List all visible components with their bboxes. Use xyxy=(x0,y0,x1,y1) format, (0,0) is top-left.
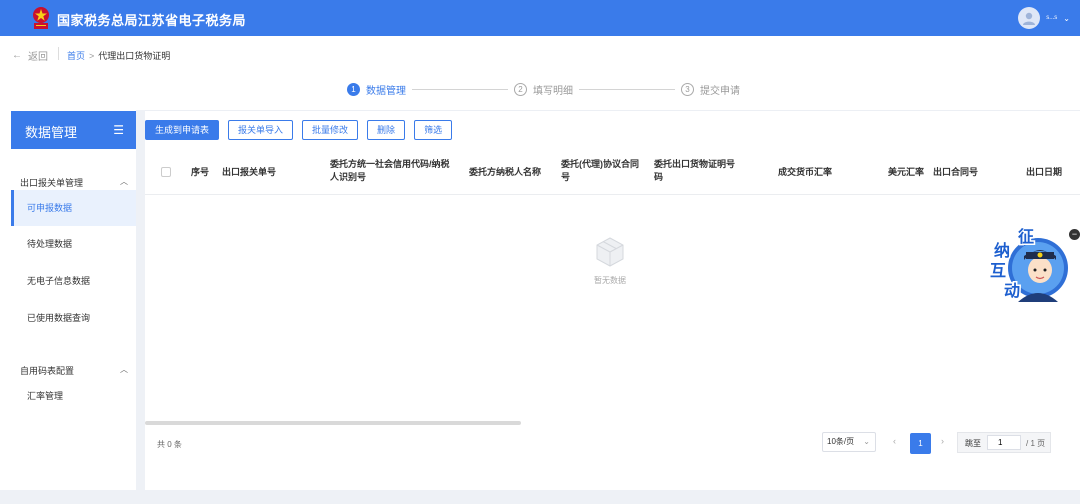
user-avatar-icon xyxy=(1018,7,1041,29)
float-widget-text: 征 纳 互 动 xyxy=(989,226,1036,302)
column-header-certificate-no: 委托出口货物证明号码 xyxy=(654,159,736,182)
total-pages: / 1 页 xyxy=(1026,439,1046,448)
step-connector xyxy=(412,89,508,90)
jump-label: 跳至 xyxy=(965,439,981,448)
generate-application-button[interactable]: 生成到申请表 xyxy=(145,120,220,140)
divider xyxy=(58,47,59,60)
column-header-export-contract: 出口合同号 xyxy=(933,167,979,177)
breadcrumb-bar: ← 返回 首页 > 代理出口货物证明 xyxy=(0,36,1080,72)
site-title: 国家税务总局江苏省电子税务局 xyxy=(57,13,247,28)
column-header-export-date: 出口日期 xyxy=(1026,167,1063,177)
breadcrumb-separator: > xyxy=(89,51,95,61)
svg-text:纳: 纳 xyxy=(994,241,1010,260)
column-header-contract-no: 委托(代理)协议合同号 xyxy=(561,159,639,182)
total-count: 共 0 条 xyxy=(157,440,182,449)
svg-text:互: 互 xyxy=(990,261,1006,280)
page-size-value: 10条/页 xyxy=(827,437,855,446)
sidebar-item-exchange-rate[interactable]: 汇率管理 xyxy=(11,378,136,414)
step-label: 提交申请 xyxy=(700,86,740,97)
sidebar-group-customs[interactable]: 出口报关单管理 xyxy=(20,176,83,189)
table-header: 序号 出口报关单号 委托方统一社会信用代码/纳税人识别号 委托方纳税人名称 委托… xyxy=(145,151,1080,195)
step-number: 1 xyxy=(347,83,360,96)
breadcrumb: 首页 > 代理出口货物证明 xyxy=(67,49,170,62)
chevron-down-icon: ⌄ xyxy=(863,437,870,446)
sidebar-item-used-data-query[interactable]: 已使用数据查询 xyxy=(11,300,136,336)
step-number: 2 xyxy=(514,83,527,96)
filter-button[interactable]: 筛选 xyxy=(414,120,453,140)
step-1: 1 数据管理 xyxy=(347,82,406,97)
column-header-credit-code: 委托方统一社会信用代码/纳税人识别号 xyxy=(330,159,450,182)
back-button[interactable]: ← 返回 xyxy=(12,48,48,63)
breadcrumb-current: 代理出口货物证明 xyxy=(98,51,171,61)
svg-text:动: 动 xyxy=(1004,281,1020,300)
main-panel: 生成到申请表 报关单导入 批量修改 删除 筛选 序号 出口报关单号 委托方统一社… xyxy=(145,111,1080,490)
step-indicator: 1 数据管理 2 填写明细 3 提交申请 xyxy=(0,72,1080,110)
national-emblem-icon xyxy=(33,7,49,29)
user-name: s...s xyxy=(1046,15,1058,21)
column-header-declaration-no: 出口报关单号 xyxy=(222,167,277,177)
sidebar-title: 数据管理 xyxy=(25,125,78,140)
page-size-select[interactable]: 10条/页 ⌄ xyxy=(822,432,876,452)
step-label: 数据管理 xyxy=(366,86,406,97)
user-menu[interactable]: s...s ⌄ xyxy=(1018,7,1070,29)
chevron-up-icon[interactable]: ︿ xyxy=(120,176,128,187)
step-3: 3 提交申请 xyxy=(681,82,740,97)
interaction-widget[interactable]: 征 纳 互 动 xyxy=(984,222,1074,304)
page-jumper: 跳至 / 1 页 xyxy=(957,432,1051,453)
batch-edit-button[interactable]: 批量修改 xyxy=(302,120,359,140)
select-all-checkbox[interactable] xyxy=(161,167,171,177)
next-page-icon[interactable]: › xyxy=(941,436,944,446)
step-number: 3 xyxy=(681,83,694,96)
back-label: 返回 xyxy=(28,52,48,63)
sidebar-item-declarable-data[interactable]: 可申报数据 xyxy=(11,190,136,226)
chevron-down-icon: ⌄ xyxy=(1063,13,1070,23)
empty-box-icon xyxy=(596,237,624,267)
menu-collapse-icon[interactable]: ☰ xyxy=(113,123,124,137)
jump-page-input[interactable] xyxy=(987,435,1021,450)
import-declaration-button[interactable]: 报关单导入 xyxy=(228,120,294,140)
delete-button[interactable]: 删除 xyxy=(367,120,406,140)
svg-text:征: 征 xyxy=(1018,227,1034,246)
chevron-up-icon[interactable]: ︿ xyxy=(120,364,128,375)
sidebar: 数据管理 ☰ 出口报关单管理 ︿ 可申报数据 待处理数据 无电子信息数据 已使用… xyxy=(0,110,136,490)
arrow-left-icon: ← xyxy=(12,50,22,61)
step-2: 2 填写明细 xyxy=(514,82,573,97)
current-page-button[interactable]: 1 xyxy=(910,433,931,454)
step-label: 填写明细 xyxy=(533,86,573,97)
breadcrumb-home-link[interactable]: 首页 xyxy=(67,51,85,61)
step-connector xyxy=(579,89,675,90)
empty-text: 暂无数据 xyxy=(594,276,626,285)
prev-page-icon[interactable]: ‹ xyxy=(893,436,896,446)
sidebar-item-no-electronic-data[interactable]: 无电子信息数据 xyxy=(11,263,136,299)
toolbar: 生成到申请表 报关单导入 批量修改 删除 筛选 xyxy=(145,120,453,140)
column-header-taxpayer-name: 委托方纳税人名称 xyxy=(469,167,542,177)
column-header-usd-rate: 美元汇率 xyxy=(888,167,925,177)
sidebar-item-pending-data[interactable]: 待处理数据 xyxy=(11,226,136,262)
sidebar-group-code-config[interactable]: 自用码表配置 xyxy=(20,364,74,377)
close-icon[interactable]: − xyxy=(1069,229,1080,240)
horizontal-scrollbar[interactable] xyxy=(145,421,521,425)
sidebar-header: 数据管理 ☰ xyxy=(11,111,136,149)
column-header-currency-rate: 成交货币汇率 xyxy=(778,167,833,177)
empty-state: 暂无数据 xyxy=(575,235,645,286)
column-header-index: 序号 xyxy=(191,167,210,177)
top-header: 国家税务总局江苏省电子税务局 s...s ⌄ xyxy=(0,0,1080,36)
